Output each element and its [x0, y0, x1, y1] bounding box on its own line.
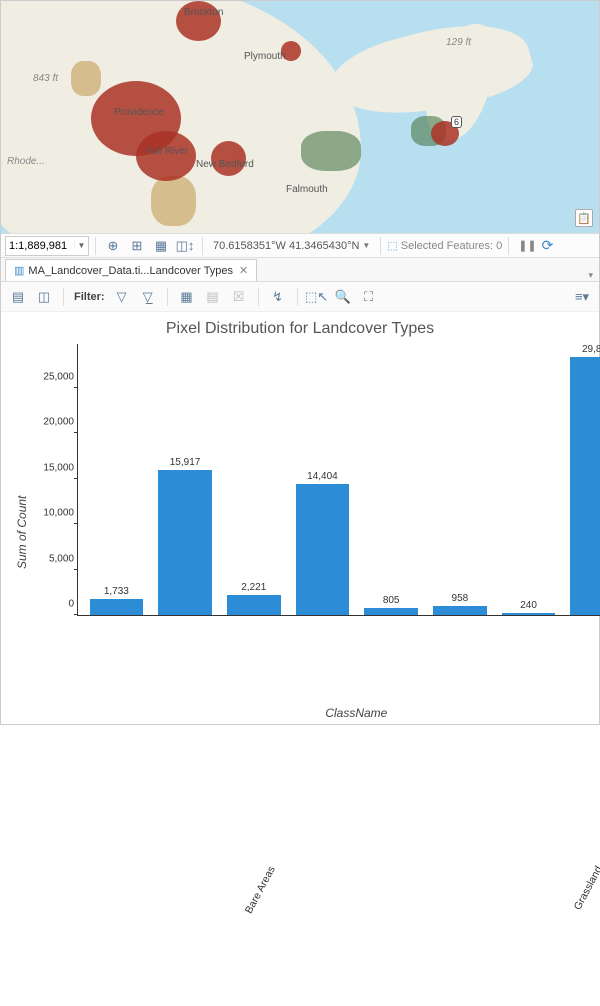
y-axis-label: Sum of Count: [13, 344, 29, 720]
y-tick: 0: [30, 599, 74, 610]
select-mode-icon[interactable]: ⬚↖: [306, 287, 328, 307]
bar-rainfed-cropland[interactable]: 805: [357, 344, 426, 615]
snap-tool-icon[interactable]: ⊕: [102, 236, 124, 256]
rotate-icon[interactable]: ↯: [267, 287, 289, 307]
coordinates-text: 70.6158351°W 41.3465430°N: [213, 240, 359, 252]
tabs-overflow-icon[interactable]: ▾: [588, 270, 593, 281]
route-shield: 6: [451, 116, 462, 128]
bar-chart-icon: ▥: [14, 264, 24, 277]
bar[interactable]: [502, 613, 556, 615]
filter-extent-icon[interactable]: ▽̲: [137, 287, 159, 307]
x-tick-label: Grassland: [572, 618, 600, 959]
y-tick: 20,000: [30, 417, 74, 428]
chart-tab-landcover[interactable]: ▥ MA_Landcover_Data.ti...Landcover Types…: [5, 259, 257, 281]
filter-selection-icon[interactable]: ▽: [111, 287, 133, 307]
bar-value-label: 805: [383, 595, 400, 606]
selection-icon: ⬚: [387, 239, 397, 252]
scale-dropdown-icon[interactable]: ▼: [74, 241, 88, 250]
map-elevation-left: 843 ft: [33, 73, 58, 84]
grid-icon[interactable]: ▦: [150, 236, 172, 256]
filter-label: Filter:: [74, 291, 105, 303]
calc-icon[interactable]: ▤: [202, 287, 224, 307]
scale-input[interactable]: [6, 240, 74, 252]
chart-pane: Pixel Distribution for Landcover Types S…: [1, 312, 599, 724]
bar[interactable]: [227, 595, 281, 615]
map-status-bar: ▼ ⊕ ⊞ ▦ ◫↕ 70.6158351°W 41.3465430°N ▼ ⬚…: [1, 233, 599, 258]
y-tick: 5,000: [30, 553, 74, 564]
selected-features-readout: ⬚ Selected Features: 0: [387, 239, 502, 252]
bar[interactable]: [158, 470, 212, 615]
scale-combo[interactable]: ▼: [5, 236, 89, 256]
toolbar-menu-icon[interactable]: ≡▾: [571, 287, 593, 307]
chart-title: Pixel Distribution for Landcover Types: [13, 320, 587, 338]
x-tick-label: Bare Areas: [243, 618, 496, 962]
plot-grid[interactable]: 1,73315,9172,22114,40480595824029,823 05…: [77, 344, 600, 616]
chart-properties-icon[interactable]: ▤: [7, 287, 29, 307]
chart-tabs-row: ▥ MA_Landcover_Data.ti...Landcover Types…: [1, 258, 599, 282]
y-tick: 25,000: [30, 371, 74, 382]
bar-value-label: 2,221: [241, 582, 266, 593]
coordinates-dropdown-icon[interactable]: ▼: [362, 241, 370, 250]
selected-count: 0: [496, 240, 502, 252]
x-axis-label: ClassName: [77, 706, 600, 720]
bar[interactable]: [296, 484, 350, 615]
table-icon[interactable]: ▦: [176, 287, 198, 307]
bar-value-label: 1,733: [104, 586, 129, 597]
full-extent-icon[interactable]: ⛶: [358, 287, 380, 307]
constraints-icon[interactable]: ◫↕: [174, 236, 196, 256]
y-tick: 15,000: [30, 462, 74, 473]
y-tick: 10,000: [30, 508, 74, 519]
bar-mixed-tree-cover[interactable]: 14,404: [288, 344, 357, 615]
zoom-mode-icon[interactable]: 🔍: [332, 287, 354, 307]
bar-value-label: 958: [452, 593, 469, 604]
bar-urban-areas[interactable]: 29,823: [563, 344, 600, 615]
bar-value-label: 29,823: [582, 344, 600, 355]
map-elevation-right: 129 ft: [446, 37, 471, 48]
clear-sel-icon[interactable]: ☒: [228, 287, 250, 307]
map-view[interactable]: Brockton Plymouth Providence Fall River …: [1, 1, 599, 233]
bar[interactable]: [90, 599, 144, 615]
pause-drawing-button[interactable]: ❚❚: [518, 239, 536, 252]
refresh-button[interactable]: ⟳: [542, 237, 554, 254]
bar[interactable]: [364, 608, 418, 615]
map-label-rhode: Rhode...: [7, 156, 45, 167]
bar-value-label: 14,404: [307, 471, 338, 482]
bar[interactable]: [570, 357, 600, 615]
coordinates-readout[interactable]: 70.6158351°W 41.3465430°N ▼: [213, 240, 370, 252]
bar-grassland[interactable]: 15,917: [151, 344, 220, 615]
snap-settings-icon[interactable]: ⊞: [126, 236, 148, 256]
bar-bare-areas[interactable]: 1,733: [82, 344, 151, 615]
bar-shrubland[interactable]: 958: [426, 344, 495, 615]
bar-herbaceous-cropland[interactable]: 2,221: [219, 344, 288, 615]
chart-tab-label: MA_Landcover_Data.ti...Landcover Types: [28, 265, 233, 277]
bar-value-label: 15,917: [170, 457, 201, 468]
chart-toolbar: ▤ ◫ Filter: ▽ ▽̲ ▦ ▤ ☒ ↯ ⬚↖ 🔍 ⛶ ≡▾: [1, 282, 599, 312]
map-clipboard-button[interactable]: 📋: [575, 209, 593, 227]
chart-legend-icon[interactable]: ◫: [33, 287, 55, 307]
bar[interactable]: [433, 606, 487, 615]
close-tab-icon[interactable]: ✕: [239, 264, 248, 277]
bar-sparse-vegetation[interactable]: 240: [494, 344, 563, 615]
bar-value-label: 240: [520, 600, 537, 611]
